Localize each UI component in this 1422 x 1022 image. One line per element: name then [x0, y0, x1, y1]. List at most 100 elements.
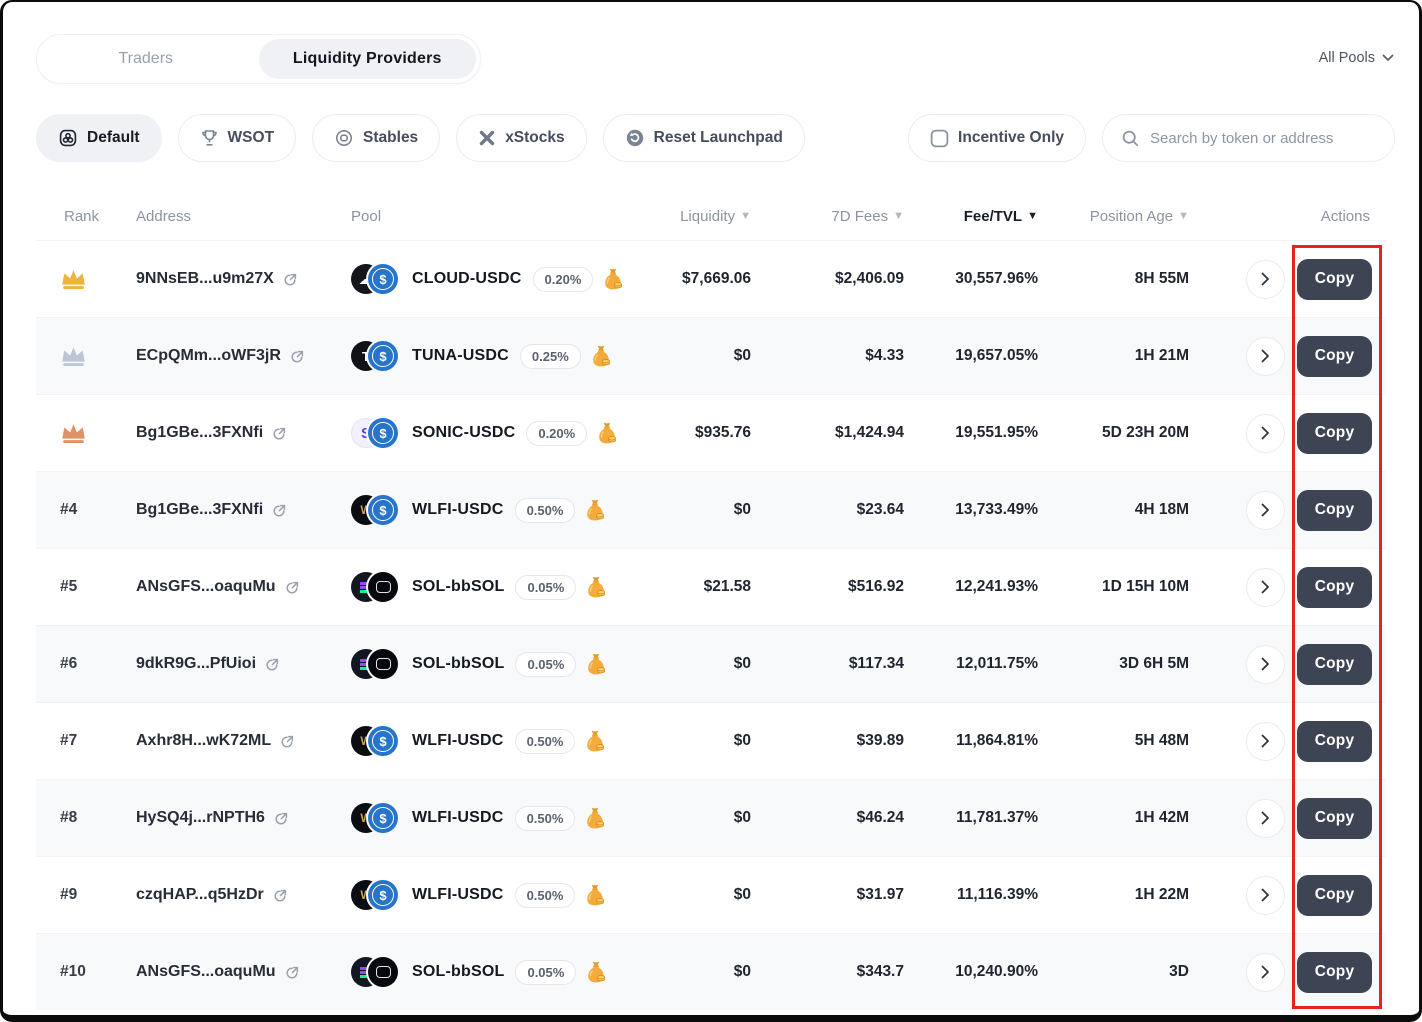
pool-cell: SOL-bbSOL 0.05% — [351, 649, 651, 679]
external-link-icon[interactable] — [274, 811, 289, 826]
external-link-icon[interactable] — [272, 503, 287, 518]
fee-tvl-value: 10,240.90% — [904, 963, 1038, 981]
table-row: #9 czqHAP...q5HzDr WLFI-USDC 0.50% — [36, 856, 1386, 933]
filter-stables-label: Stables — [363, 129, 418, 147]
external-link-icon[interactable] — [265, 657, 280, 672]
external-link-icon[interactable] — [285, 580, 300, 595]
filter-reset-launchpad[interactable]: Reset Launchpad — [603, 114, 805, 162]
col-header-address: Address — [136, 208, 351, 225]
expand-row-button[interactable] — [1246, 953, 1285, 992]
rank-cell: #4 — [36, 501, 136, 519]
fee-tier-badge: 0.20% — [533, 267, 594, 292]
pool-name: CLOUD-USDC — [412, 270, 522, 288]
money-bag-icon — [584, 498, 606, 522]
sort-arrow-icon: ▼ — [1027, 210, 1038, 222]
expand-row-button[interactable] — [1246, 260, 1285, 299]
pool-coin-pair — [351, 649, 398, 679]
liquidity-value: $0 — [651, 886, 751, 904]
expand-row-button[interactable] — [1246, 337, 1285, 376]
checkbox-icon[interactable] — [930, 129, 949, 148]
search-box[interactable] — [1102, 114, 1395, 162]
liquidity-value: $0 — [651, 655, 751, 673]
liquidity-value: $0 — [651, 347, 751, 365]
expand-row-button[interactable] — [1246, 491, 1285, 530]
expand-row-button[interactable] — [1246, 645, 1285, 684]
tab-liquidity-providers[interactable]: Liquidity Providers — [259, 39, 477, 79]
position-age-value: 4H 18M — [1038, 501, 1189, 519]
filter-xstocks-label: xStocks — [505, 129, 564, 147]
col-header-position-age[interactable]: Position Age▼ — [1038, 208, 1189, 225]
position-age-value: 1H 21M — [1038, 347, 1189, 365]
external-link-icon[interactable] — [290, 349, 305, 364]
actions-cell: Copy — [1189, 567, 1386, 608]
incentive-only-toggle[interactable]: Incentive Only — [908, 114, 1086, 162]
money-bag-icon — [596, 421, 618, 445]
pool-coin-pair — [351, 572, 398, 602]
copy-button[interactable]: Copy — [1297, 259, 1372, 300]
bbsol-coin-icon — [368, 957, 398, 987]
rank-cell: #10 — [36, 963, 136, 981]
filter-default[interactable]: Default — [36, 114, 162, 162]
external-link-icon[interactable] — [273, 888, 288, 903]
copy-button[interactable]: Copy — [1297, 490, 1372, 531]
table-row: #7 Axhr8H...wK72ML WLFI-USDC 0.50% — [36, 702, 1386, 779]
sort-arrow-icon: ▼ — [1178, 210, 1189, 222]
col-header-7d-fees[interactable]: 7D Fees▼ — [751, 208, 904, 225]
expand-row-button[interactable] — [1246, 876, 1285, 915]
filter-wsot[interactable]: WSOT — [178, 114, 297, 162]
rank-number: #9 — [60, 886, 77, 904]
position-age-value: 3D 6H 5M — [1038, 655, 1189, 673]
external-link-icon[interactable] — [285, 965, 300, 980]
expand-row-button[interactable] — [1246, 722, 1285, 761]
wallet-address: 9NNsEB...u9m27X — [136, 270, 274, 288]
filter-reset-launchpad-label: Reset Launchpad — [654, 129, 783, 147]
actions-cell: Copy — [1189, 798, 1386, 839]
search-input[interactable] — [1150, 130, 1376, 147]
external-link-icon[interactable] — [272, 426, 287, 441]
pool-coin-pair — [351, 957, 398, 987]
fee-tier-badge: 0.25% — [520, 344, 581, 369]
usdc-coin-icon — [368, 341, 398, 371]
usdc-coin-icon — [368, 726, 398, 756]
7d-fees-value: $1,424.94 — [751, 424, 904, 442]
copy-button[interactable]: Copy — [1297, 798, 1372, 839]
address-cell: ECpQMm...oWF3jR — [136, 347, 351, 365]
all-pools-dropdown[interactable]: All Pools — [1319, 50, 1394, 66]
col-header-liquidity[interactable]: Liquidity▼ — [651, 208, 751, 225]
fee-tvl-value: 19,551.95% — [904, 424, 1038, 442]
table-row: #10 ANsGFS...oaquMu SOL-bbSOL 0.05% — [36, 933, 1386, 1010]
tab-traders[interactable]: Traders — [37, 35, 255, 83]
fee-tier-badge: 0.05% — [515, 575, 576, 600]
sort-arrow-icon: ▼ — [740, 210, 751, 222]
copy-button[interactable]: Copy — [1297, 875, 1372, 916]
rank-cell: #9 — [36, 886, 136, 904]
expand-row-button[interactable] — [1246, 799, 1285, 838]
pool-cell: SOL-bbSOL 0.05% — [351, 957, 651, 987]
copy-button[interactable]: Copy — [1297, 644, 1372, 685]
position-age-value: 1H 42M — [1038, 809, 1189, 827]
filter-bar: Default WSOT Stables xStocks — [36, 114, 1395, 162]
expand-row-button[interactable] — [1246, 414, 1285, 453]
expand-row-button[interactable] — [1246, 568, 1285, 607]
filter-xstocks[interactable]: xStocks — [456, 114, 586, 162]
col-header-fee-tvl[interactable]: Fee/TVL▼ — [904, 208, 1038, 225]
rank-number: #6 — [60, 655, 77, 673]
copy-button[interactable]: Copy — [1297, 721, 1372, 762]
pool-name: WLFI-USDC — [412, 809, 504, 827]
filter-stables[interactable]: Stables — [312, 114, 440, 162]
chevron-down-icon — [1382, 54, 1394, 62]
copy-button[interactable]: Copy — [1297, 567, 1372, 608]
external-link-icon[interactable] — [280, 734, 295, 749]
pool-name: WLFI-USDC — [412, 732, 504, 750]
position-age-value: 1H 22M — [1038, 886, 1189, 904]
external-link-icon[interactable] — [283, 272, 298, 287]
table-row: Bg1GBe...3FXNfi SONIC-USDC 0.20% — [36, 394, 1386, 471]
copy-button[interactable]: Copy — [1297, 413, 1372, 454]
copy-button[interactable]: Copy — [1297, 336, 1372, 377]
pool-cell: WLFI-USDC 0.50% — [351, 880, 651, 910]
filter-wsot-label: WSOT — [228, 129, 275, 147]
wallet-address: Axhr8H...wK72ML — [136, 732, 271, 750]
pool-cell: WLFI-USDC 0.50% — [351, 803, 651, 833]
copy-button[interactable]: Copy — [1297, 952, 1372, 993]
money-bag-icon — [584, 729, 606, 753]
